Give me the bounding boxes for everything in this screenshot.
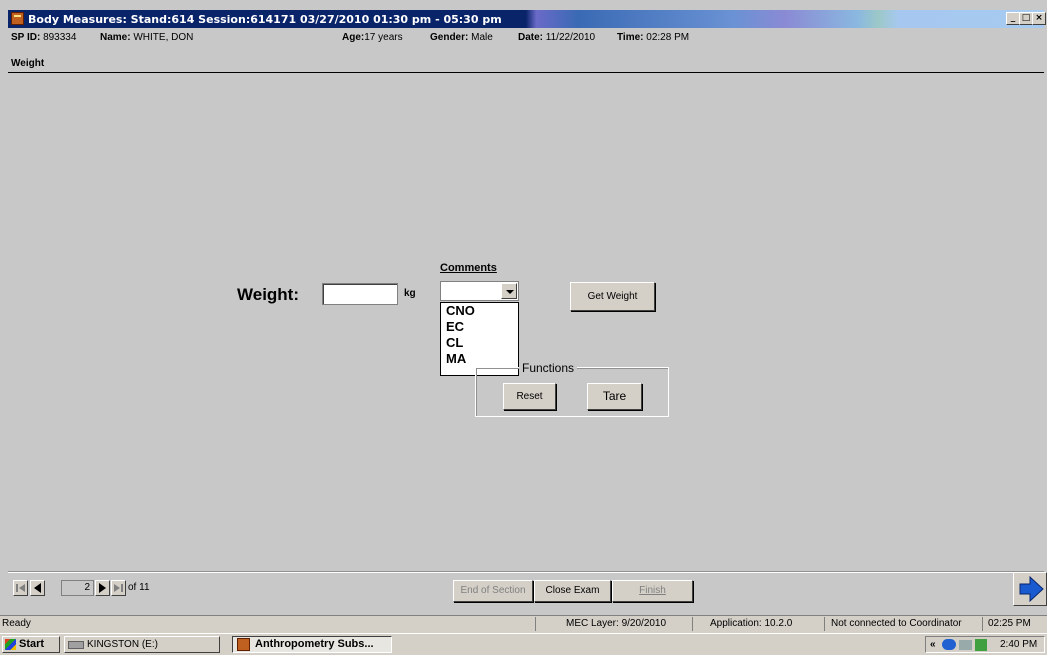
comments-label: Comments bbox=[440, 262, 497, 274]
weight-input[interactable] bbox=[322, 283, 398, 305]
comments-option-cno[interactable]: CNO bbox=[441, 303, 518, 319]
application-version-text: Application: 10.2.0 bbox=[710, 618, 793, 629]
age-label: Age: bbox=[342, 32, 365, 43]
name-value: WHITE, DON bbox=[133, 32, 194, 43]
previous-page-button[interactable] bbox=[30, 580, 45, 596]
reset-button[interactable]: Reset bbox=[503, 383, 556, 410]
end-of-section-button[interactable]: End of Section bbox=[453, 580, 533, 602]
get-weight-button[interactable]: Get Weight bbox=[570, 282, 655, 311]
comments-option-ec[interactable]: EC bbox=[441, 319, 518, 335]
gender-field: Gender: Male bbox=[430, 32, 493, 43]
name-label: Name: bbox=[100, 32, 131, 43]
status-bar: Ready MEC Layer: 9/20/2010 Application: … bbox=[0, 615, 1047, 633]
app-icon bbox=[11, 12, 24, 25]
sp-id-value: 893334 bbox=[43, 32, 77, 43]
status-text: Ready bbox=[2, 618, 31, 629]
start-label: Start bbox=[19, 638, 45, 650]
age-field: Age:17 years bbox=[342, 32, 403, 43]
system-tray: « 2:40 PM bbox=[925, 636, 1045, 653]
maximize-button[interactable]: □ bbox=[1019, 12, 1033, 25]
usb-drive-icon bbox=[68, 641, 84, 649]
last-page-button[interactable] bbox=[111, 580, 126, 596]
clock: 2:40 PM bbox=[1000, 639, 1038, 650]
functions-label: Functions bbox=[519, 361, 578, 375]
taskbar-app-button[interactable]: Anthropometry Subs... bbox=[232, 636, 392, 653]
connection-icon[interactable] bbox=[959, 640, 972, 650]
tray-expand-button[interactable]: « bbox=[930, 637, 936, 652]
comments-option-cl[interactable]: CL bbox=[441, 335, 518, 351]
age-value: 17 years bbox=[364, 32, 403, 43]
drive-label: KINGSTON (E:) bbox=[87, 639, 158, 650]
time-label: Time: bbox=[617, 32, 644, 43]
gender-value: Male bbox=[471, 32, 493, 43]
close-button[interactable]: × bbox=[1032, 12, 1046, 25]
date-value: 11/22/2010 bbox=[545, 32, 596, 43]
finish-button[interactable]: Finish bbox=[612, 580, 693, 602]
comments-dropdown[interactable] bbox=[440, 281, 519, 301]
date-field: Date: 11/22/2010 bbox=[518, 32, 595, 43]
gender-label: Gender: bbox=[430, 32, 469, 43]
security-icon[interactable] bbox=[975, 639, 987, 651]
title-bar[interactable]: Body Measures: Stand:614 Session:614171 … bbox=[8, 10, 1046, 28]
comments-dropdown-list[interactable]: CNO EC CL MA bbox=[440, 302, 519, 376]
connection-status-text: Not connected to Coordinator bbox=[831, 618, 962, 629]
participant-info-bar: SP ID: 893334 Name: WHITE, DON Age:17 ye… bbox=[8, 30, 1044, 46]
mec-layer-text: MEC Layer: 9/20/2010 bbox=[566, 618, 667, 629]
app-label: Anthropometry Subs... bbox=[255, 638, 374, 650]
anthropometry-app-icon bbox=[237, 638, 250, 651]
next-page-button[interactable] bbox=[95, 580, 110, 596]
network-icon[interactable] bbox=[942, 639, 956, 650]
time-value: 02:28 PM bbox=[646, 32, 690, 43]
comments-option-ma[interactable]: MA bbox=[441, 351, 518, 367]
tare-button[interactable]: Tare bbox=[587, 383, 642, 410]
name-field: Name: WHITE, DON bbox=[100, 32, 193, 43]
date-label: Date: bbox=[518, 32, 544, 43]
sp-id-label: SP ID: bbox=[11, 32, 41, 43]
minimize-button[interactable]: _ bbox=[1006, 12, 1020, 25]
sp-id-field: SP ID: 893334 bbox=[11, 32, 76, 43]
weight-label: Weight: bbox=[237, 285, 300, 304]
close-exam-button[interactable]: Close Exam bbox=[534, 580, 611, 602]
section-header: Weight bbox=[8, 55, 1044, 73]
previous-page-icon bbox=[34, 583, 41, 593]
unit-label: kg bbox=[404, 288, 416, 299]
first-page-button[interactable] bbox=[13, 580, 28, 596]
windows-logo-icon bbox=[5, 639, 16, 650]
window-title: Body Measures: Stand:614 Session:614171 … bbox=[28, 13, 502, 26]
first-page-icon bbox=[16, 584, 25, 592]
section-title: Weight bbox=[11, 58, 45, 69]
status-time: 02:25 PM bbox=[988, 618, 1031, 629]
time-field: Time: 02:28 PM bbox=[617, 32, 689, 43]
last-page-icon bbox=[114, 584, 123, 592]
page-count-label: of 11 bbox=[128, 582, 150, 593]
arrow-right-icon bbox=[1019, 575, 1044, 603]
page-number-field[interactable]: 2 bbox=[61, 580, 94, 596]
taskbar-drive-button[interactable]: KINGSTON (E:) bbox=[64, 636, 220, 653]
chevron-down-icon[interactable] bbox=[501, 283, 517, 299]
next-page-icon bbox=[99, 583, 106, 593]
next-section-button[interactable] bbox=[1013, 572, 1047, 606]
